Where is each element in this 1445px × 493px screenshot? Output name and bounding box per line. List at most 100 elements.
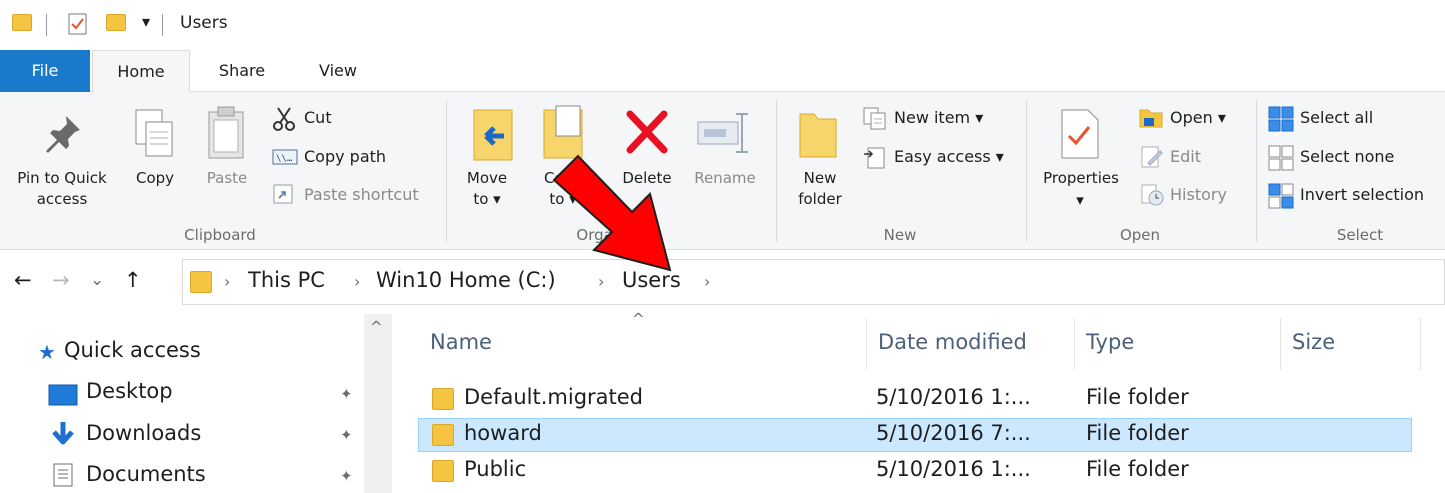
scroll-up-icon[interactable]: ^ (370, 318, 383, 336)
qat-separator-2 (162, 14, 163, 36)
recent-locations-icon[interactable]: ⌄ (90, 270, 104, 290)
new-item-icon (863, 107, 886, 130)
column-separator[interactable] (866, 318, 867, 370)
properties-check-icon[interactable] (66, 12, 90, 36)
group-separator (776, 100, 777, 242)
properties-dropdown[interactable]: ▾ (1070, 190, 1090, 211)
edit-button[interactable]: Edit (1170, 147, 1201, 167)
open-button[interactable]: Open ▾ (1170, 108, 1226, 128)
column-separator[interactable] (1074, 318, 1075, 370)
delete-x-icon (626, 110, 668, 154)
breadcrumb-this-pc[interactable]: This PC (248, 268, 325, 292)
select-all-button[interactable]: Select all (1300, 108, 1373, 128)
pin-to-quick-access-button[interactable]: Pin to Quick access (4, 168, 120, 210)
downloads-arrow-icon (52, 422, 74, 445)
breadcrumb-chevron-icon[interactable]: › (354, 272, 360, 291)
pin-label-1: Pin to Quick (17, 169, 107, 187)
ribbon-tabs: File Home Share View (0, 50, 1445, 93)
address-folder-icon (190, 271, 212, 293)
new-folder-label-2: folder (798, 190, 842, 208)
select-none-button[interactable]: Select none (1300, 147, 1394, 167)
pin-icon (46, 116, 80, 153)
easy-access-button[interactable]: Easy access ▾ (894, 147, 1004, 167)
table-row[interactable]: Public 5/10/2016 1:... File folder (418, 454, 1412, 488)
pin-icon[interactable]: ✦ (340, 426, 353, 444)
paste-icon (208, 106, 244, 159)
tab-home[interactable]: Home (92, 50, 190, 93)
rename-button[interactable]: Rename (688, 168, 762, 189)
qat-separator (46, 14, 47, 36)
nav-downloads[interactable]: Downloads (86, 421, 201, 445)
nav-quick-access[interactable]: Quick access (64, 338, 201, 362)
breadcrumb-drive[interactable]: Win10 Home (C:) (376, 268, 556, 292)
svg-text:\\…: \\… (276, 154, 293, 164)
nav-pane-scrollbar[interactable] (364, 314, 392, 493)
new-item-button[interactable]: New item ▾ (894, 108, 983, 128)
pin-icon[interactable]: ✦ (340, 385, 353, 403)
copy-path-button[interactable]: Copy path (304, 147, 386, 167)
select-group-label: Select (1336, 226, 1384, 244)
tab-view[interactable]: View (296, 50, 380, 92)
group-separator (1026, 100, 1027, 242)
invert-selection-button[interactable]: Invert selection (1300, 185, 1424, 205)
paste-button[interactable]: Paste (196, 168, 258, 189)
forward-arrow-icon[interactable]: → (52, 268, 70, 292)
table-row[interactable]: Default.migrated 5/10/2016 1:... File fo… (418, 382, 1412, 416)
file-date: 5/10/2016 7:... (876, 421, 1031, 445)
nav-desktop[interactable]: Desktop (86, 379, 173, 403)
clipboard-group-label: Clipboard (184, 226, 256, 244)
select-none-icon (1268, 145, 1294, 171)
tab-file[interactable]: File (0, 50, 90, 92)
move-to-icon (473, 109, 513, 161)
file-date: 5/10/2016 1:... (876, 457, 1031, 481)
sort-ascending-icon: ^ (632, 310, 645, 328)
red-annotation-arrow-icon (552, 154, 672, 272)
cut-button[interactable]: Cut (304, 108, 332, 128)
new-folder-button[interactable]: New folder (788, 168, 852, 210)
column-separator[interactable] (1280, 318, 1281, 370)
qat-dropdown-icon[interactable]: ▾ (142, 12, 150, 31)
copy-button[interactable]: Copy (126, 168, 184, 189)
move-to-button[interactable]: Move to ▾ (456, 168, 518, 210)
file-type: File folder (1086, 421, 1189, 445)
file-date: 5/10/2016 1:... (876, 385, 1031, 409)
up-arrow-icon[interactable]: ↑ (124, 268, 142, 292)
properties-icon (1061, 109, 1099, 159)
file-name: howard (464, 421, 542, 445)
paste-shortcut-icon (273, 184, 293, 204)
group-separator (446, 100, 447, 242)
history-button[interactable]: History (1170, 185, 1227, 205)
column-header-name[interactable]: Name (430, 330, 492, 354)
back-arrow-icon[interactable]: ← (14, 268, 32, 292)
address-bar[interactable] (182, 259, 1445, 305)
new-folder-icon (799, 113, 837, 158)
file-type: File folder (1086, 385, 1189, 409)
column-header-date-modified[interactable]: Date modified (878, 330, 1027, 354)
new-group-label: New (883, 226, 917, 244)
open-folder-icon (1139, 109, 1163, 128)
move-to-label-1: Move (466, 169, 508, 187)
pin-label-2: access (36, 190, 88, 208)
scissors-icon (273, 107, 295, 131)
paste-shortcut-button[interactable]: Paste shortcut (304, 185, 419, 205)
rename-icon (697, 113, 748, 153)
new-folder-label-1: New (803, 169, 837, 187)
folder-icon (432, 388, 454, 410)
breadcrumb-chevron-icon[interactable]: › (704, 272, 710, 291)
nav-documents[interactable]: Documents (86, 462, 206, 486)
file-type: File folder (1086, 457, 1189, 481)
column-separator[interactable] (1420, 318, 1421, 370)
properties-button[interactable]: Properties (1034, 168, 1128, 189)
edit-icon (1141, 146, 1163, 168)
copy-path-icon: \\… (272, 149, 298, 165)
column-header-type[interactable]: Type (1086, 330, 1134, 354)
table-row-selected[interactable]: howard 5/10/2016 7:... File folder (418, 418, 1412, 452)
breadcrumb-chevron-icon[interactable]: › (224, 272, 230, 291)
column-header-size[interactable]: Size (1292, 330, 1335, 354)
tab-share[interactable]: Share (200, 50, 284, 92)
new-folder-qat-icon[interactable] (106, 14, 126, 31)
pin-icon[interactable]: ✦ (340, 467, 353, 485)
open-group-label: Open (1119, 226, 1161, 244)
window-title: Users (180, 13, 228, 33)
invert-selection-icon (1268, 183, 1294, 209)
